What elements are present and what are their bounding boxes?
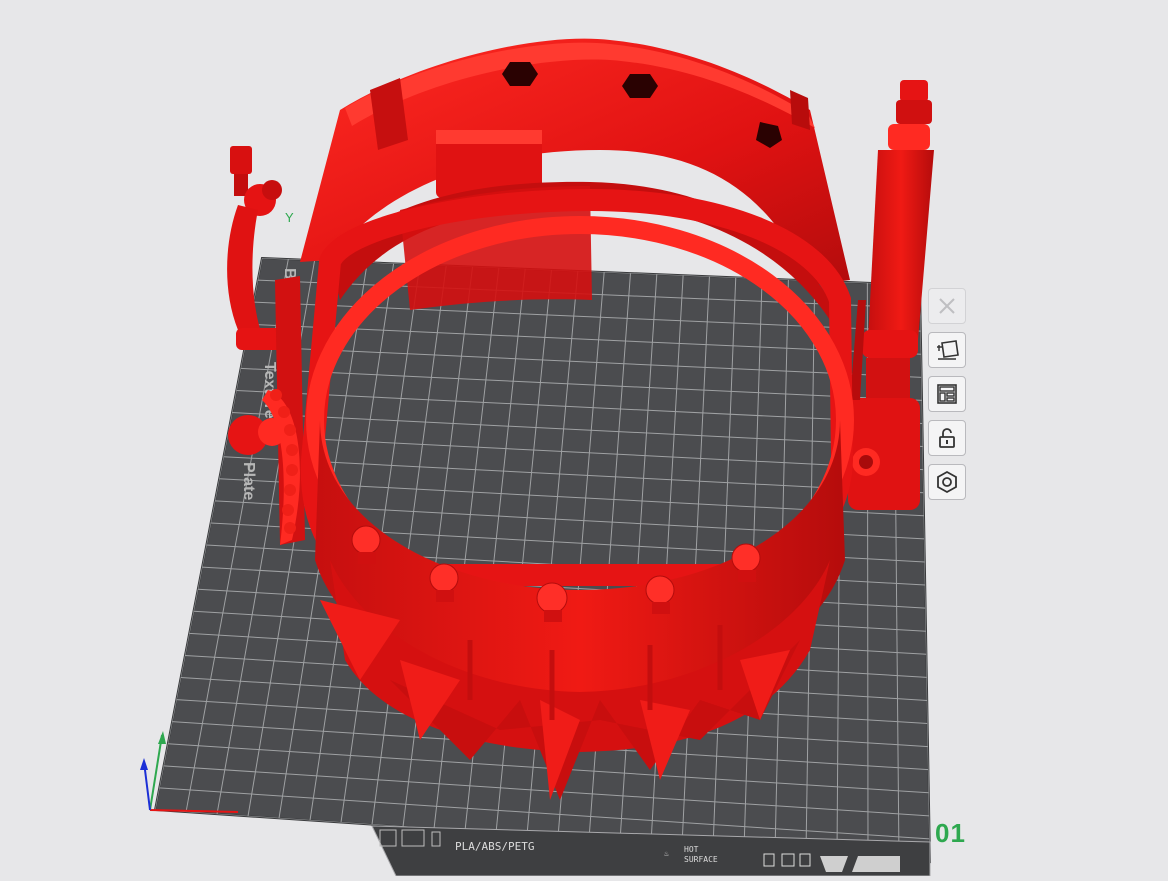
auto-orient-button[interactable] [928, 332, 966, 368]
plate-settings-button[interactable] [928, 464, 966, 500]
heat-icon: ♨ [664, 849, 669, 858]
plate-side-label-3: Plate [240, 462, 257, 500]
hot-surface-label-2: SURFACE [684, 855, 718, 864]
hot-surface-label-1: HOT [684, 845, 699, 854]
delete-plate-button[interactable] [928, 288, 966, 324]
3d-viewport[interactable]: Bambu Texture Plate PLA/ABS/PETG ♨ HOT S… [0, 0, 1168, 877]
filament-types-label: PLA/ABS/PETG [455, 840, 534, 853]
plate-number[interactable]: 01 [935, 818, 966, 849]
orient-icon [937, 340, 959, 360]
arrange-icon [937, 384, 957, 404]
plate-toolbar [928, 288, 970, 500]
y-axis-label: Y [285, 210, 294, 225]
hexagon-nut-icon [937, 470, 957, 494]
lock-icon [939, 428, 955, 448]
arrange-button[interactable] [928, 376, 966, 412]
lock-plate-button[interactable] [928, 420, 966, 456]
close-icon [939, 298, 955, 314]
